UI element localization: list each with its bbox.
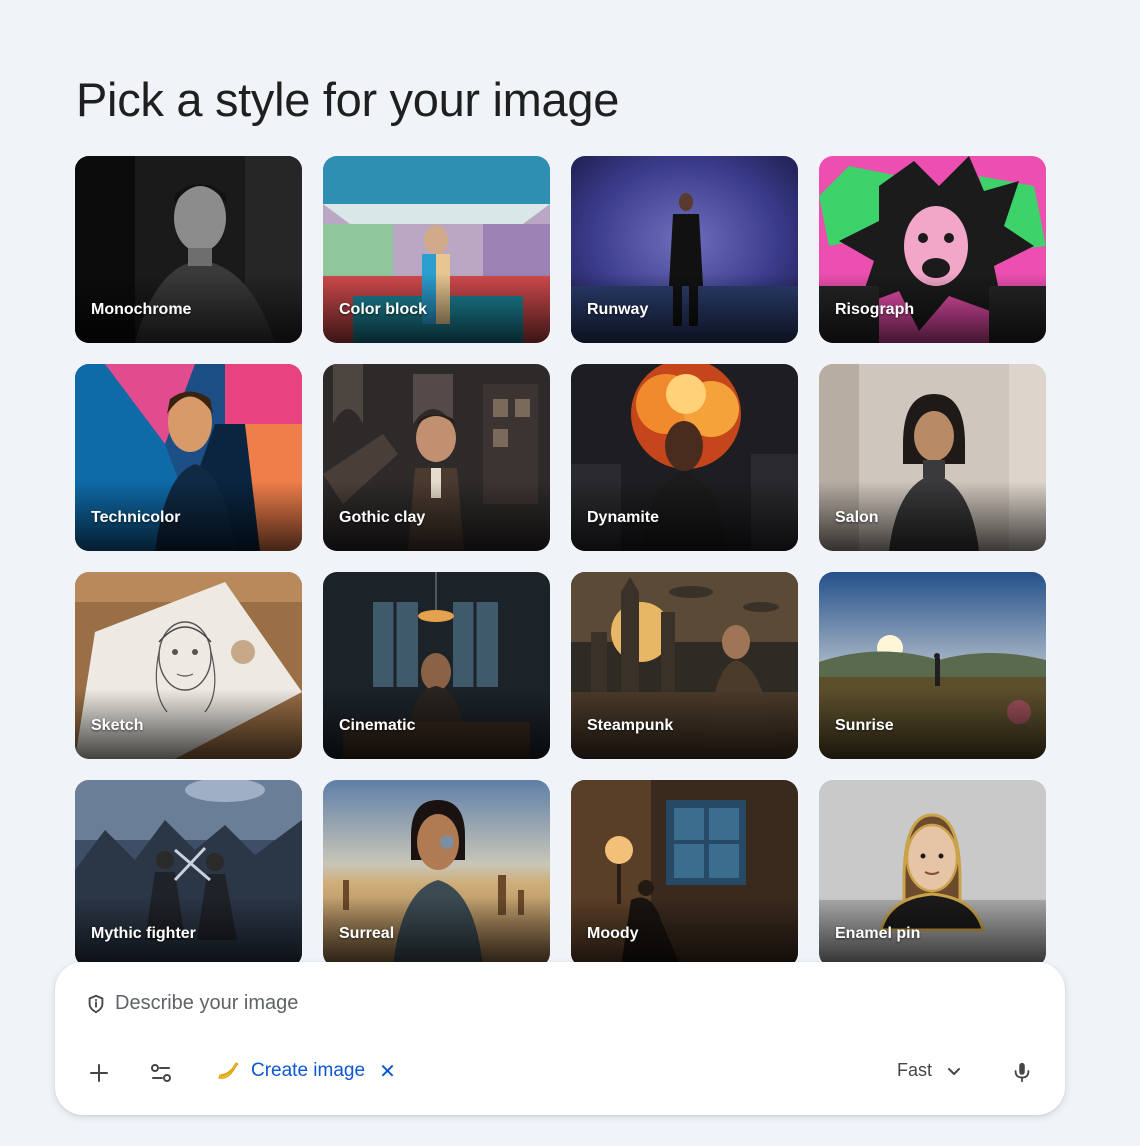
mode-label: Fast xyxy=(897,1060,933,1080)
style-card-dynamite[interactable]: Dynamite xyxy=(571,364,798,551)
create-image-label: Create image xyxy=(251,1060,366,1081)
tools-button[interactable] xyxy=(145,1057,177,1089)
style-label: Dynamite xyxy=(587,509,660,526)
style-label: Gothic clay xyxy=(339,509,426,526)
style-card-surreal[interactable]: Surreal xyxy=(323,780,550,962)
style-card-salon[interactable]: Salon xyxy=(819,364,1046,551)
style-label: Runway xyxy=(587,301,649,318)
style-card-cinematic[interactable]: Cinematic xyxy=(323,572,550,759)
mic-icon xyxy=(1014,1062,1030,1083)
style-label: Sketch xyxy=(91,717,144,734)
style-card-moody[interactable]: Moody xyxy=(571,780,798,962)
style-card-runway[interactable]: Runway xyxy=(571,156,798,343)
style-card-monochrome[interactable]: Monochrome xyxy=(75,156,302,343)
style-label: Risograph xyxy=(835,301,915,318)
style-card-enamel-pin[interactable]: Enamel pin xyxy=(819,780,1046,962)
style-card-mythic-fighter[interactable]: Mythic fighter xyxy=(75,780,302,962)
shield-icon xyxy=(88,994,104,1013)
style-label: Enamel pin xyxy=(835,925,921,942)
style-label: Sunrise xyxy=(835,717,894,734)
style-card-technicolor[interactable]: Technicolor xyxy=(75,364,302,551)
create-image-chip[interactable]: Create image ✕ xyxy=(215,1058,396,1084)
style-label: Technicolor xyxy=(91,509,181,526)
plus-icon xyxy=(90,1064,108,1082)
style-label: Mythic fighter xyxy=(91,925,196,942)
banana-icon xyxy=(218,1062,239,1079)
prompt-placeholder: Describe your image xyxy=(115,992,299,1014)
close-icon[interactable]: ✕ xyxy=(379,1059,396,1084)
prompt-composer: Describe your image Create image ✕ Fast xyxy=(55,962,1065,1115)
style-card-steampunk[interactable]: Steampunk xyxy=(571,572,798,759)
style-card-sunrise[interactable]: Sunrise xyxy=(819,572,1046,759)
page-title: Pick a style for your image xyxy=(76,73,620,126)
style-card-gothic-clay[interactable]: Gothic clay xyxy=(323,364,550,551)
style-grid: Monochrome Color block Runway Risograph … xyxy=(75,156,1047,962)
tools-icon xyxy=(151,1064,171,1082)
chevron-down-icon xyxy=(948,1067,961,1075)
style-label: Moody xyxy=(587,925,639,942)
style-card-risograph[interactable]: Risograph xyxy=(819,156,1046,343)
style-label: Color block xyxy=(339,301,428,318)
style-label: Cinematic xyxy=(339,717,416,734)
style-label: Surreal xyxy=(339,925,395,942)
style-label: Steampunk xyxy=(587,717,674,734)
style-label: Monochrome xyxy=(91,301,192,318)
prompt-input[interactable]: Describe your image xyxy=(85,992,298,1015)
style-card-color-block[interactable]: Color block xyxy=(323,156,550,343)
mic-button[interactable] xyxy=(1006,1056,1038,1088)
mode-selector[interactable]: Fast xyxy=(897,1060,962,1081)
style-card-sketch[interactable]: Sketch xyxy=(75,572,302,759)
add-button[interactable] xyxy=(83,1057,115,1089)
style-label: Salon xyxy=(835,509,879,526)
